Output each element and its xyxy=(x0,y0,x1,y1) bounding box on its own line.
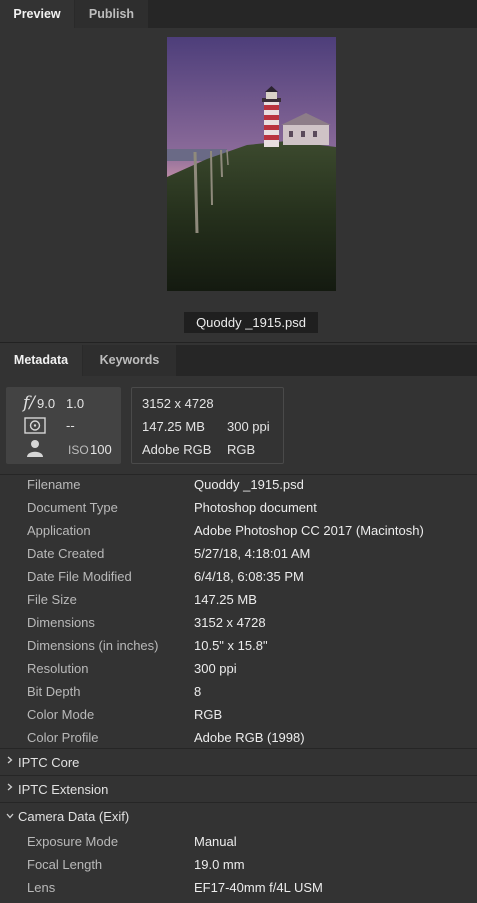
property-value: EF17-40mm f/4L USM xyxy=(194,880,323,895)
tab-preview[interactable]: Preview xyxy=(0,0,74,28)
property-key: Filename xyxy=(27,477,81,492)
property-value: 10.5" x 15.8" xyxy=(194,638,268,653)
property-row: Application Adobe Photoshop CC 2017 (Mac… xyxy=(0,523,477,546)
property-key: Exposure Mode xyxy=(27,834,119,849)
preview-thumbnail[interactable] xyxy=(167,37,336,291)
property-key: Dimensions (in inches) xyxy=(27,638,159,653)
chevron-right-icon xyxy=(7,756,13,764)
property-key: Resolution xyxy=(27,661,89,676)
tab-keywords[interactable]: Keywords xyxy=(82,345,176,376)
summary-color-mode: RGB xyxy=(227,442,256,457)
property-row: Dimensions (in inches) 10.5" x 15.8" xyxy=(0,638,477,661)
iso-value: 100 xyxy=(90,442,112,457)
section-camera-data[interactable]: Camera Data (Exif) xyxy=(0,802,477,828)
property-row: Color Mode RGB xyxy=(0,707,477,730)
property-value: Adobe Photoshop CC 2017 (Macintosh) xyxy=(194,523,424,538)
property-key: Focal Length xyxy=(27,857,103,872)
tab-publish[interactable]: Publish xyxy=(74,0,148,28)
property-value: 147.25 MB xyxy=(194,592,257,607)
person-icon xyxy=(27,440,43,457)
property-key: Date File Modified xyxy=(27,569,132,584)
summary-file-size: 147.25 MB xyxy=(142,419,205,434)
property-value: 19.0 mm xyxy=(194,857,245,872)
property-row: Document Type Photoshop document xyxy=(0,500,477,523)
panel-divider xyxy=(0,342,477,343)
section-label: IPTC Extension xyxy=(18,782,109,797)
property-row: Date File Modified 6/4/18, 6:08:35 PM xyxy=(0,569,477,592)
chevron-right-icon xyxy=(7,783,13,791)
metadata-tab-bar: Metadata Keywords xyxy=(0,345,477,376)
property-key: Dimensions xyxy=(27,615,95,630)
property-value: 3152 x 4728 xyxy=(194,615,266,630)
property-value: Photoshop document xyxy=(194,500,317,515)
property-key: Bit Depth xyxy=(27,684,81,699)
chevron-down-icon xyxy=(6,813,14,819)
section-label: IPTC Core xyxy=(18,755,80,770)
property-value: Adobe RGB (1998) xyxy=(194,730,305,745)
property-row: Exposure Mode Manual xyxy=(0,834,477,857)
property-row: Resolution 300 ppi xyxy=(0,661,477,684)
iso-label: ISO xyxy=(68,443,89,457)
preview-tab-bar: Preview Publish xyxy=(0,0,477,28)
property-row: File Size 147.25 MB xyxy=(0,592,477,615)
property-key: File Size xyxy=(27,592,77,607)
section-label: Camera Data (Exif) xyxy=(18,809,130,824)
property-key: Color Profile xyxy=(27,730,99,745)
preview-panel: Quoddy _1915.psd xyxy=(0,28,477,342)
preview-filename: Quoddy _1915.psd xyxy=(184,312,318,333)
file-summary-box: 3152 x 4728 147.25 MB 300 ppi Adobe RGB … xyxy=(131,387,284,464)
property-value: 5/27/18, 4:18:01 AM xyxy=(194,546,311,561)
section-iptc-core[interactable]: IPTC Core xyxy=(0,748,477,774)
property-row: Filename Quoddy _1915.psd xyxy=(0,477,477,500)
property-key: Application xyxy=(27,523,91,538)
property-key: Lens xyxy=(27,880,56,895)
property-row: Bit Depth 8 xyxy=(0,684,477,707)
metadata-placard: f/ 9.0 1.0 -- ISO 100 3152 x 4728 147.25… xyxy=(0,387,477,465)
aperture-icon: f/ xyxy=(23,393,36,413)
tab-metadata[interactable]: Metadata xyxy=(0,345,82,376)
property-value: 6/4/18, 6:08:35 PM xyxy=(194,569,304,584)
camera-summary-box: f/ 9.0 1.0 -- ISO 100 xyxy=(6,387,121,464)
property-key: Document Type xyxy=(27,500,118,515)
property-value: 300 ppi xyxy=(194,661,237,676)
property-row: Dimensions 3152 x 4728 xyxy=(0,615,477,638)
property-value: 8 xyxy=(194,684,202,699)
section-iptc-extension[interactable]: IPTC Extension xyxy=(0,775,477,801)
summary-resolution: 300 ppi xyxy=(227,419,270,434)
property-value: RGB xyxy=(194,707,223,722)
metering-value: -- xyxy=(66,418,75,433)
property-value: Quoddy _1915.psd xyxy=(194,477,304,492)
summary-color-profile: Adobe RGB xyxy=(142,442,212,457)
property-row: Focal Length 19.0 mm xyxy=(0,857,477,880)
placard-divider xyxy=(0,474,477,475)
property-key: Color Mode xyxy=(27,707,95,722)
metering-mode-icon xyxy=(24,417,46,434)
summary-dimensions: 3152 x 4728 xyxy=(142,396,214,411)
property-key: Date Created xyxy=(27,546,105,561)
property-value: Manual xyxy=(194,834,237,849)
property-row: Date Created 5/27/18, 4:18:01 AM xyxy=(0,546,477,569)
exposure-value: 1.0 xyxy=(66,396,85,411)
aperture-value: 9.0 xyxy=(37,396,56,411)
lighthouse-photo xyxy=(167,37,336,291)
